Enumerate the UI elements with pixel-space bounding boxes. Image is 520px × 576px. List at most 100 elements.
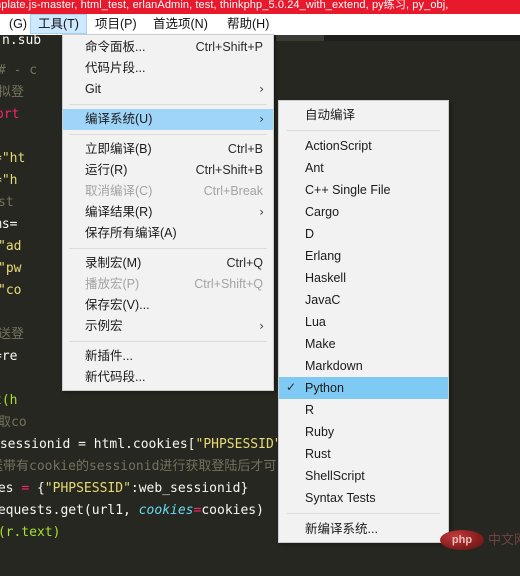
menu-item-label: 保存所有编译(A) xyxy=(85,226,177,240)
menubar-item-1[interactable]: 工具(T) xyxy=(30,14,87,34)
menu-item-9[interactable]: 编译结果(R) › xyxy=(63,202,273,223)
menu-item-4[interactable]: 编译系统(U) › xyxy=(63,109,273,130)
menu-item-label: 立即编译(B) xyxy=(85,142,152,156)
build-system-item-label: Ant xyxy=(305,161,324,175)
menu-item-shortcut: Ctrl+Shift+B xyxy=(195,163,263,177)
menu-item-10[interactable]: 保存所有编译(A) xyxy=(63,223,273,244)
build-system-item-label: 新编译系统... xyxy=(305,522,378,536)
menu-item-shortcut: Ctrl+Q xyxy=(226,256,263,270)
menu-item-13: 播放宏(P) Ctrl+Shift+Q xyxy=(63,274,273,295)
code-line: ort xyxy=(0,107,20,122)
code-line: _sessionid = html.cookies["PHPSESSID"] xyxy=(0,437,289,452)
build-system-item-14[interactable]: R xyxy=(279,399,448,421)
build-system-item-12[interactable]: Markdown xyxy=(279,355,448,377)
build-system-item-label: Make xyxy=(305,337,336,351)
menu-item-2[interactable]: Git › xyxy=(63,79,273,100)
menu-item-7[interactable]: 运行(R) Ctrl+Shift+B xyxy=(63,160,273,181)
build-system-item-15[interactable]: Ruby xyxy=(279,421,448,443)
php-logo: php xyxy=(440,530,484,550)
build-system-item-label: D xyxy=(305,227,315,241)
build-system-item-7[interactable]: Erlang xyxy=(279,245,448,267)
menu-item-15[interactable]: 示例宏 › xyxy=(63,316,273,337)
build-system-item-label: C++ Single File xyxy=(305,183,391,197)
code-line: st xyxy=(0,195,14,210)
menubar-item-2[interactable]: 项目(P) xyxy=(88,14,144,34)
code-line: =re xyxy=(0,349,18,364)
menu-item-6[interactable]: 立即编译(B) Ctrl+B xyxy=(63,139,273,160)
code-line: ms= xyxy=(0,217,18,232)
menu-item-1[interactable]: 代码片段... xyxy=(63,58,273,79)
build-system-item-3[interactable]: Ant xyxy=(279,157,448,179)
tools-dropdown-menu[interactable]: 命令面板... Ctrl+Shift+P 代码片段... Git › 编译系统(U) › 立即… xyxy=(62,34,274,391)
build-system-item-label: 自动编译 xyxy=(305,108,356,122)
menu-item-label: 示例宏 xyxy=(85,319,123,333)
menubar-item-label: 项目(P) xyxy=(95,17,137,31)
build-system-item-20[interactable]: 新编译系统... xyxy=(279,518,448,540)
menubar-item-3[interactable]: 首选项(N) xyxy=(146,14,215,34)
build-system-item-0[interactable]: 自动编译 xyxy=(279,104,448,126)
build-system-item-label: Syntax Tests xyxy=(305,491,376,505)
menu-item-17[interactable]: 新插件... xyxy=(63,346,273,367)
build-system-item-label: Haskell xyxy=(305,271,346,285)
menu-item-label: 新代码段... xyxy=(85,370,146,384)
menu-item-label: 新插件... xyxy=(85,349,133,363)
code-line: requests.get(url1, cookies=cookies) xyxy=(0,503,264,518)
chevron-right-icon: › xyxy=(259,82,264,96)
build-system-item-2[interactable]: ActionScript xyxy=(279,135,448,157)
menubar-item-label: 工具(T) xyxy=(38,17,79,31)
chevron-right-icon: › xyxy=(259,319,264,333)
build-system-item-6[interactable]: D xyxy=(279,223,448,245)
build-system-submenu[interactable]: 自动编译 ActionScript Ant C++ Single File Cargo D… xyxy=(278,100,449,543)
menu-item-12[interactable]: 录制宏(M) Ctrl+Q xyxy=(63,253,273,274)
build-system-item-17[interactable]: ShellScript xyxy=(279,465,448,487)
build-system-item-label: Markdown xyxy=(305,359,363,373)
build-system-item-13[interactable]: ✓ Python xyxy=(279,377,448,399)
menu-item-18[interactable]: 新代码段... xyxy=(63,367,273,388)
code-line: 拟登 xyxy=(0,85,25,100)
chevron-right-icon: › xyxy=(259,205,264,219)
build-system-item-18[interactable]: Syntax Tests xyxy=(279,487,448,509)
menu-item-label: 播放宏(P) xyxy=(85,277,140,291)
code-line: "pw xyxy=(0,261,22,276)
build-system-item-label: Erlang xyxy=(305,249,342,263)
code-line: # - c xyxy=(0,63,38,78)
build-system-item-10[interactable]: Lua xyxy=(279,311,448,333)
menu-separator xyxy=(69,104,267,105)
menu-item-shortcut: Ctrl+B xyxy=(227,142,263,156)
menu-item-label: 编译系统(U) xyxy=(85,112,153,126)
menu-item-shortcut: Ctrl+Shift+P xyxy=(195,40,263,54)
build-system-item-11[interactable]: Make xyxy=(279,333,448,355)
submenu-separator xyxy=(287,130,440,131)
build-system-item-label: ActionScript xyxy=(305,139,372,153)
menu-item-shortcut: Ctrl+Break xyxy=(203,184,263,198)
menubar-item-label: 帮助(H) xyxy=(227,17,270,31)
menubar-item-label: 首选项(N) xyxy=(153,17,208,31)
menubar-item-4[interactable]: 帮助(H) xyxy=(220,14,276,34)
code-line: "co xyxy=(0,283,22,298)
build-system-item-8[interactable]: Haskell xyxy=(279,267,448,289)
menubar-item-label: (G) xyxy=(9,17,28,31)
build-system-item-label: Cargo xyxy=(305,205,340,219)
menu-item-label: 命令面板... xyxy=(85,40,146,54)
menu-item-14[interactable]: 保存宏(V)... xyxy=(63,295,273,316)
menu-item-0[interactable]: 命令面板... Ctrl+Shift+P xyxy=(63,37,273,58)
menu-item-label: 编译结果(R) xyxy=(85,205,153,219)
build-system-item-label: Python xyxy=(305,381,344,395)
menu-item-label: 保存宏(V)... xyxy=(85,298,150,312)
menu-item-label: 取消编译(C) xyxy=(85,184,153,198)
build-system-item-5[interactable]: Cargo xyxy=(279,201,448,223)
build-system-item-label: ShellScript xyxy=(305,469,365,483)
menu-separator xyxy=(69,134,267,135)
code-line: ="ht xyxy=(0,151,26,166)
submenu-separator xyxy=(287,513,440,514)
build-system-item-label: Lua xyxy=(305,315,326,329)
build-system-item-label: Ruby xyxy=(305,425,335,439)
red-banner-text: mplate.js-master, html_test, erlanAdmin,… xyxy=(0,0,449,11)
build-system-item-4[interactable]: C++ Single File xyxy=(279,179,448,201)
build-system-item-16[interactable]: Rust xyxy=(279,443,448,465)
menu-bar[interactable]: (G) 工具(T) 项目(P) 首选项(N) 帮助(H) xyxy=(0,14,520,35)
code-line: t(r.text) xyxy=(0,525,61,540)
code-line: 送带有cookie的sessionid进行获取登陆后才可 xyxy=(0,459,277,474)
build-system-item-9[interactable]: JavaC xyxy=(279,289,448,311)
code-line: "ad xyxy=(0,239,22,254)
